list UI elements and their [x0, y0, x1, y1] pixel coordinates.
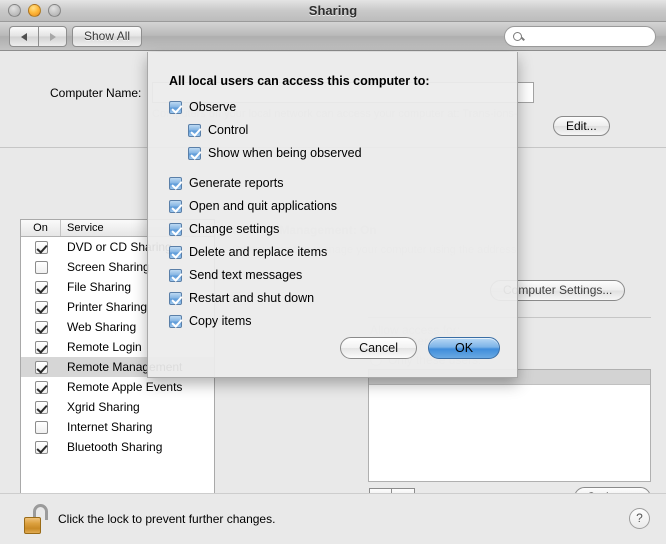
service-name-label: Web Sharing	[67, 320, 137, 334]
search-input[interactable]	[504, 26, 656, 47]
service-enabled-cell	[21, 240, 61, 254]
checkbox-icon[interactable]	[169, 291, 182, 305]
window-title: Sharing	[308, 3, 358, 18]
sheet-checkbox-row[interactable]: Copy items	[169, 314, 252, 328]
checkbox-icon[interactable]	[169, 176, 182, 190]
service-checkbox[interactable]	[34, 300, 48, 314]
navigation-button-group	[9, 26, 67, 47]
sheet-checkbox-label: Delete and replace items	[189, 245, 328, 259]
search-icon	[513, 32, 522, 41]
padlock-body	[24, 517, 41, 534]
sheet-checkbox-row[interactable]: Generate reports	[169, 176, 284, 190]
zoom-button[interactable]	[48, 4, 61, 17]
service-enabled-cell	[21, 320, 61, 334]
table-row[interactable]: Bluetooth Sharing	[21, 437, 214, 457]
cancel-button[interactable]: Cancel	[340, 337, 417, 359]
sheet-checkbox-row[interactable]: Change settings	[169, 222, 279, 236]
back-button[interactable]	[9, 26, 38, 47]
sheet-checkbox-label: Generate reports	[189, 176, 284, 190]
sheet-checkbox-label: Open and quit applications	[189, 199, 338, 213]
service-enabled-cell	[21, 380, 61, 394]
service-checkbox[interactable]	[34, 420, 48, 434]
toolbar: Show All	[0, 22, 666, 51]
service-checkbox[interactable]	[34, 280, 48, 294]
sheet-checkbox-label: Show when being observed	[208, 146, 362, 160]
sheet-checkbox-label: Control	[208, 123, 249, 137]
sheet-checkbox-row[interactable]: Show when being observed	[188, 146, 362, 160]
checkbox-icon[interactable]	[169, 199, 182, 213]
edit-button[interactable]: Edit...	[553, 116, 610, 136]
show-all-button[interactable]: Show All	[72, 26, 143, 47]
forward-button[interactable]	[38, 26, 67, 47]
sheet-checkbox-label: Change settings	[189, 222, 280, 236]
service-checkbox[interactable]	[34, 340, 48, 354]
back-arrow-icon	[21, 32, 27, 41]
service-name-label: Printer Sharing	[67, 300, 148, 314]
computer-name-label: Computer Name:	[50, 86, 142, 100]
sheet-checkbox-row[interactable]: Control	[188, 123, 248, 137]
service-enabled-cell	[21, 400, 61, 414]
access-privileges-sheet: All local users can access this computer…	[147, 52, 518, 378]
service-checkbox[interactable]	[34, 240, 48, 254]
sheet-title: All local users can access this computer…	[169, 74, 430, 88]
sheet-checkbox-label: Copy items	[189, 314, 252, 328]
service-name-label: Remote Login	[67, 340, 142, 354]
checkbox-icon[interactable]	[169, 100, 182, 114]
table-row[interactable]: Xgrid Sharing	[21, 397, 214, 417]
table-row[interactable]: Internet Sharing	[21, 417, 214, 437]
checkbox-icon[interactable]	[169, 314, 182, 328]
service-enabled-cell	[21, 340, 61, 354]
service-checkbox[interactable]	[34, 380, 48, 394]
service-name-label: Internet Sharing	[67, 420, 153, 434]
service-checkbox[interactable]	[34, 320, 48, 334]
sheet-checkbox-row[interactable]: Send text messages	[169, 268, 302, 282]
traffic-light-group	[8, 4, 61, 17]
help-button[interactable]: ?	[629, 508, 650, 529]
minimize-button[interactable]	[28, 4, 41, 17]
service-checkbox[interactable]	[34, 360, 48, 374]
sheet-checkbox-row[interactable]: Open and quit applications	[169, 199, 337, 213]
checkbox-icon[interactable]	[169, 268, 182, 282]
sheet-checkbox-label: Restart and shut down	[189, 291, 315, 305]
service-name-label: Bluetooth Sharing	[67, 440, 163, 454]
service-name-label: Remote Apple Events	[67, 380, 183, 394]
service-name-label: Screen Sharing	[67, 260, 150, 274]
checkbox-icon[interactable]	[188, 146, 201, 160]
lock-bar-text: Click the lock to prevent further change…	[58, 512, 276, 526]
forward-arrow-icon	[49, 32, 56, 41]
service-checkbox[interactable]	[34, 260, 48, 274]
checkbox-icon[interactable]	[169, 222, 182, 236]
service-enabled-cell	[21, 420, 61, 434]
sharing-preferences-window: Sharing Show All Computer Name: Computer…	[0, 0, 666, 544]
ok-button[interactable]: OK	[428, 337, 500, 359]
sheet-checkbox-row[interactable]: Observe	[169, 100, 236, 114]
sheet-checkbox-label: Send text messages	[189, 268, 303, 282]
column-header-on: On	[21, 220, 61, 236]
users-list[interactable]	[368, 369, 651, 482]
service-enabled-cell	[21, 260, 61, 274]
service-enabled-cell	[21, 300, 61, 314]
checkbox-icon[interactable]	[188, 123, 201, 137]
unlocked-padlock-icon[interactable]	[24, 504, 50, 534]
table-row[interactable]: Remote Apple Events	[21, 377, 214, 397]
service-enabled-cell	[21, 280, 61, 294]
window-titlebar: Sharing	[0, 0, 666, 22]
service-name-label: File Sharing	[67, 280, 132, 294]
sheet-checkbox-label: Observe	[189, 100, 237, 114]
lock-bar: Click the lock to prevent further change…	[0, 493, 666, 544]
sheet-checkbox-row[interactable]: Restart and shut down	[169, 291, 314, 305]
service-enabled-cell	[21, 440, 61, 454]
service-enabled-cell	[21, 360, 61, 374]
sheet-button-row: Cancel OK	[340, 337, 500, 359]
close-button[interactable]	[8, 4, 21, 17]
service-name-label: Xgrid Sharing	[67, 400, 140, 414]
sheet-checkbox-row[interactable]: Delete and replace items	[169, 245, 327, 259]
service-checkbox[interactable]	[34, 440, 48, 454]
service-checkbox[interactable]	[34, 400, 48, 414]
checkbox-icon[interactable]	[169, 245, 182, 259]
